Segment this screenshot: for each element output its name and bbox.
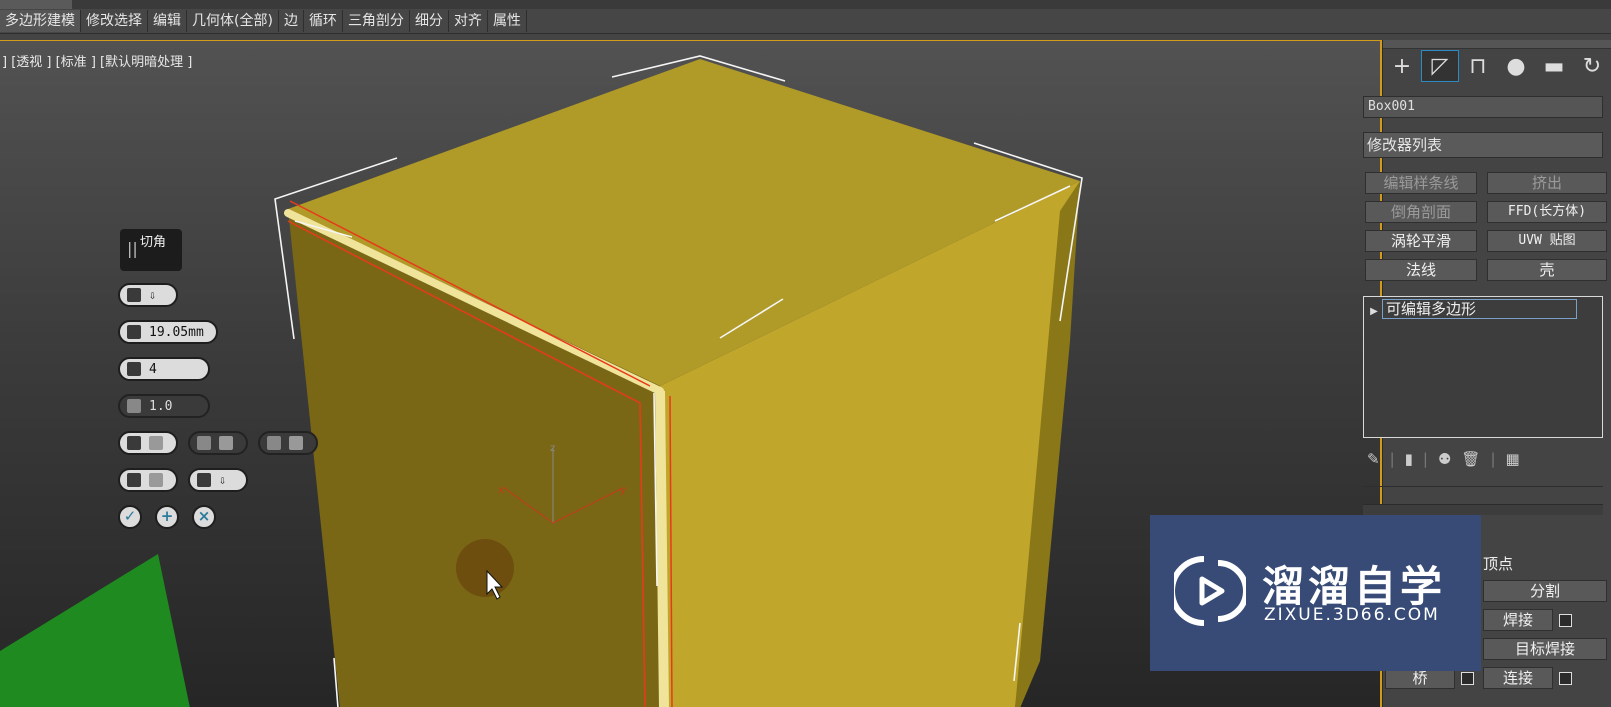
configure-sets-icon[interactable]: ▦ bbox=[1506, 450, 1520, 468]
weld-button[interactable]: 焊接 bbox=[1483, 609, 1553, 631]
chamfer-amount-field[interactable]: 19.05mm bbox=[118, 320, 218, 344]
connect-settings-icon[interactable] bbox=[1559, 672, 1572, 685]
ffd-box-button[interactable]: FFD(长方体) bbox=[1487, 201, 1607, 223]
menu-loops[interactable]: 循环 bbox=[304, 10, 343, 32]
stack-item-editable-poly[interactable]: ▶ 可编辑多边形 bbox=[1366, 299, 1596, 319]
command-panel-tabs: + ◸ ⊓ ● ▬ ↻ bbox=[1383, 50, 1611, 82]
chamfer-type-dropdown[interactable]: ⇩ bbox=[118, 283, 178, 307]
mitering-toggle[interactable] bbox=[258, 431, 318, 455]
panel-divider bbox=[1363, 486, 1603, 487]
create-tab-icon[interactable]: + bbox=[1383, 50, 1421, 82]
split-button[interactable]: 分割 bbox=[1483, 580, 1607, 602]
menu-properties[interactable]: 属性 bbox=[488, 10, 527, 32]
object-name-field[interactable]: Box001 bbox=[1363, 96, 1603, 118]
menu-subdivision[interactable]: 细分 bbox=[410, 10, 449, 32]
uvw-map-button[interactable]: UVW 贴图 bbox=[1487, 230, 1607, 252]
svg-text:x: x bbox=[498, 485, 504, 496]
rollout-header[interactable] bbox=[1363, 504, 1603, 515]
motion-tab-icon[interactable]: ● bbox=[1497, 50, 1535, 82]
stack-toolbar: ✎ | ▮ | ⚉ 🗑 | ▦ bbox=[1367, 448, 1607, 470]
smooth-toggle[interactable] bbox=[118, 431, 178, 455]
weld-settings-icon[interactable] bbox=[1559, 614, 1572, 627]
segments-field[interactable]: 4 bbox=[118, 357, 210, 381]
svg-text:y: y bbox=[620, 485, 626, 496]
tension-value[interactable]: 1.0 bbox=[149, 399, 172, 414]
divider: | bbox=[1422, 450, 1428, 468]
normal-button[interactable]: 法线 bbox=[1365, 259, 1477, 281]
modifier-list-dropdown[interactable]: 修改器列表 bbox=[1363, 132, 1603, 158]
cylinder-icon bbox=[127, 473, 141, 487]
target-weld-button[interactable]: 目标焊接 bbox=[1483, 638, 1607, 660]
mitering-icon bbox=[267, 436, 281, 450]
click-highlight bbox=[456, 539, 514, 597]
smooth-threshold-toggle[interactable] bbox=[118, 468, 178, 492]
remove-modifier-icon[interactable]: 🗑 bbox=[1461, 450, 1480, 468]
cube-icon bbox=[197, 473, 211, 487]
caddy-title-label: 切角 bbox=[140, 235, 167, 250]
segments-icon bbox=[127, 362, 141, 376]
bevel-profile-button[interactable]: 倒角剖面 bbox=[1365, 201, 1477, 223]
show-end-result-icon[interactable]: ▮ bbox=[1405, 450, 1413, 468]
extrude-button[interactable]: 挤出 bbox=[1487, 172, 1607, 194]
chamfer-type-icon bbox=[127, 288, 141, 302]
divider: | bbox=[1490, 450, 1496, 468]
check-icon bbox=[149, 473, 163, 487]
panel-grip bbox=[1383, 40, 1611, 49]
hierarchy-tab-icon[interactable]: ⊓ bbox=[1459, 50, 1497, 82]
watermark-overlay: 溜溜自学 ZIXUE.3D66.COM bbox=[1150, 515, 1481, 671]
smooth-state-icon bbox=[149, 436, 163, 450]
ribbon-tab-active[interactable] bbox=[0, 0, 72, 9]
smooth-type-dropdown[interactable]: ⇩ bbox=[188, 468, 248, 492]
divider: | bbox=[1389, 450, 1395, 468]
green-plane bbox=[0, 554, 190, 707]
mitering-state-icon bbox=[289, 436, 303, 450]
drag-grip-icon[interactable]: || bbox=[127, 239, 138, 258]
menu-modify-selection[interactable]: 修改选择 bbox=[81, 10, 148, 32]
open-icon bbox=[197, 436, 211, 450]
segments-value[interactable]: 4 bbox=[149, 362, 157, 377]
menu-edit[interactable]: 编辑 bbox=[148, 10, 187, 32]
apply-button[interactable]: + bbox=[155, 505, 179, 529]
display-tab-icon[interactable]: ▬ bbox=[1535, 50, 1573, 82]
amount-icon bbox=[127, 325, 141, 339]
open-state-icon bbox=[219, 436, 233, 450]
chamfer-caddy-title[interactable]: || 切角 bbox=[120, 229, 182, 271]
turbosmooth-button[interactable]: 涡轮平滑 bbox=[1365, 230, 1477, 252]
tension-icon bbox=[127, 399, 141, 413]
tension-field[interactable]: 1.0 bbox=[118, 394, 210, 418]
watermark-subtitle: ZIXUE.3D66.COM bbox=[1264, 605, 1440, 625]
stack-item-label: 可编辑多边形 bbox=[1382, 299, 1577, 319]
menu-align[interactable]: 对齐 bbox=[449, 10, 488, 32]
edit-spline-button[interactable]: 编辑样条线 bbox=[1365, 172, 1477, 194]
make-unique-icon[interactable]: ⚉ bbox=[1438, 450, 1451, 468]
utilities-tab-icon[interactable]: ↻ bbox=[1573, 50, 1611, 82]
chamfer-amount-value[interactable]: 19.05mm bbox=[149, 325, 204, 340]
menu-triangulation[interactable]: 三角剖分 bbox=[343, 10, 410, 32]
smooth-icon bbox=[127, 436, 141, 450]
menu-geometry[interactable]: 几何体(全部) bbox=[187, 10, 279, 32]
chevron-down-icon: ⇩ bbox=[219, 473, 227, 487]
cancel-button[interactable]: × bbox=[192, 505, 216, 529]
pin-stack-icon[interactable]: ✎ bbox=[1367, 450, 1380, 468]
connect-button[interactable]: 连接 bbox=[1483, 667, 1553, 689]
modify-tab-icon[interactable]: ◸ bbox=[1421, 50, 1459, 82]
svg-text:z: z bbox=[550, 443, 555, 454]
shell-button[interactable]: 壳 bbox=[1487, 259, 1607, 281]
open-toggle[interactable] bbox=[188, 431, 248, 455]
chevron-down-icon: ⇩ bbox=[149, 288, 157, 302]
vertex-label: 顶点 bbox=[1483, 555, 1514, 573]
menu-polygon-modeling[interactable]: 多边形建模 bbox=[0, 10, 81, 32]
ok-button[interactable]: ✓ bbox=[118, 505, 142, 529]
menu-edges[interactable]: 边 bbox=[279, 10, 304, 32]
expand-triangle-icon[interactable]: ▶ bbox=[1366, 302, 1382, 322]
modifier-stack[interactable]: ▶ 可编辑多边形 bbox=[1363, 296, 1603, 438]
menubar: 多边形建模 修改选择 编辑 几何体(全部) 边 循环 三角剖分 细分 对齐 属性 bbox=[0, 9, 1611, 34]
bridge-settings-icon[interactable] bbox=[1461, 672, 1474, 685]
watermark-logo-icon bbox=[1174, 556, 1246, 626]
